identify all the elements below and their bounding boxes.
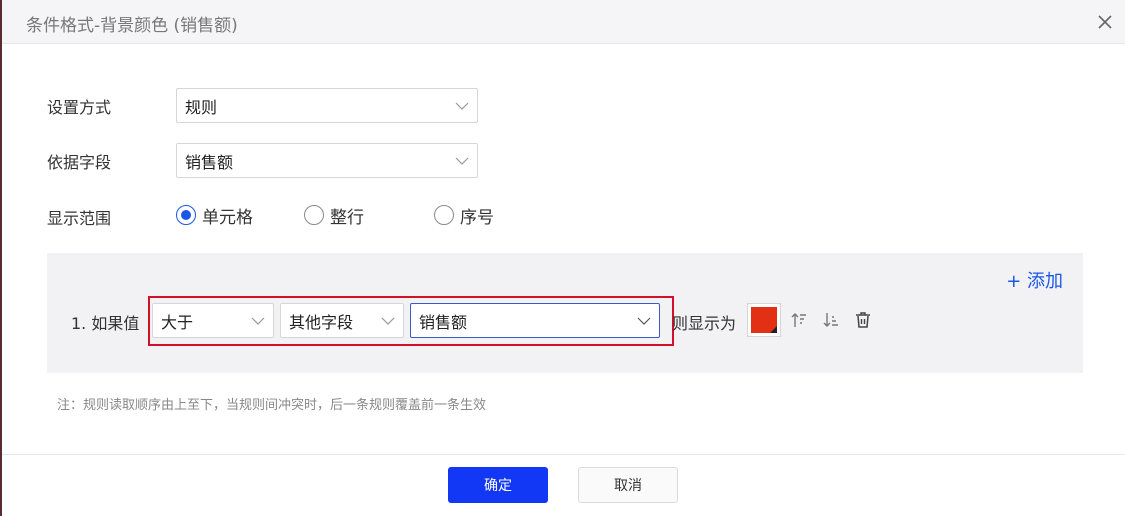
- rule-suffix: 则显示为: [672, 314, 737, 333]
- radio-circle: [176, 205, 196, 225]
- conditional-format-dialog: 条件格式-背景颜色 (销售额) 设置方式 规则 依据字段 销售额 显示范围 单元…: [2, 0, 1125, 516]
- cancel-button[interactable]: 取消: [578, 467, 678, 503]
- highlight-box: [148, 296, 674, 346]
- field-select[interactable]: 销售额: [176, 143, 478, 178]
- chevron-down-icon: [455, 102, 469, 110]
- color-picker[interactable]: [747, 303, 781, 337]
- field-label: 依据字段: [47, 153, 112, 172]
- rule-panel: + 添加 1. 如果值 大于 其他字段 销售额 则显示为: [47, 253, 1083, 373]
- mode-select-value: 规则: [185, 97, 218, 117]
- rule-prefix: 1. 如果值: [71, 314, 140, 333]
- dialog-title: 条件格式-背景颜色 (销售额): [26, 16, 238, 36]
- confirm-button[interactable]: 确定: [448, 467, 548, 503]
- radio-index[interactable]: 序号: [434, 204, 494, 228]
- move-up-icon[interactable]: [790, 311, 808, 329]
- radio-index-label: 序号: [460, 207, 494, 228]
- rule-note: 注：规则读取顺序由上至下，当规则间冲突时，后一条规则覆盖前一条生效: [57, 398, 487, 413]
- color-swatch: [751, 307, 777, 333]
- radio-circle: [304, 205, 324, 225]
- delete-icon[interactable]: [854, 311, 872, 329]
- mode-label: 设置方式: [47, 98, 112, 117]
- radio-row-label: 整行: [330, 207, 364, 228]
- radio-cell[interactable]: 单元格: [176, 204, 253, 228]
- dialog-header: 条件格式-背景颜色 (销售额): [2, 0, 1125, 44]
- chevron-down-icon: [455, 157, 469, 165]
- radio-circle: [434, 205, 454, 225]
- range-label: 显示范围: [47, 209, 112, 228]
- radio-row[interactable]: 整行: [304, 204, 364, 228]
- mode-select[interactable]: 规则: [176, 88, 478, 123]
- field-select-value: 销售额: [185, 152, 234, 172]
- close-icon[interactable]: [1095, 12, 1115, 32]
- radio-cell-label: 单元格: [202, 207, 253, 228]
- add-rule-button[interactable]: + 添加: [1006, 267, 1063, 293]
- dialog-footer: 确定 取消: [2, 454, 1125, 516]
- move-down-icon[interactable]: [822, 311, 840, 329]
